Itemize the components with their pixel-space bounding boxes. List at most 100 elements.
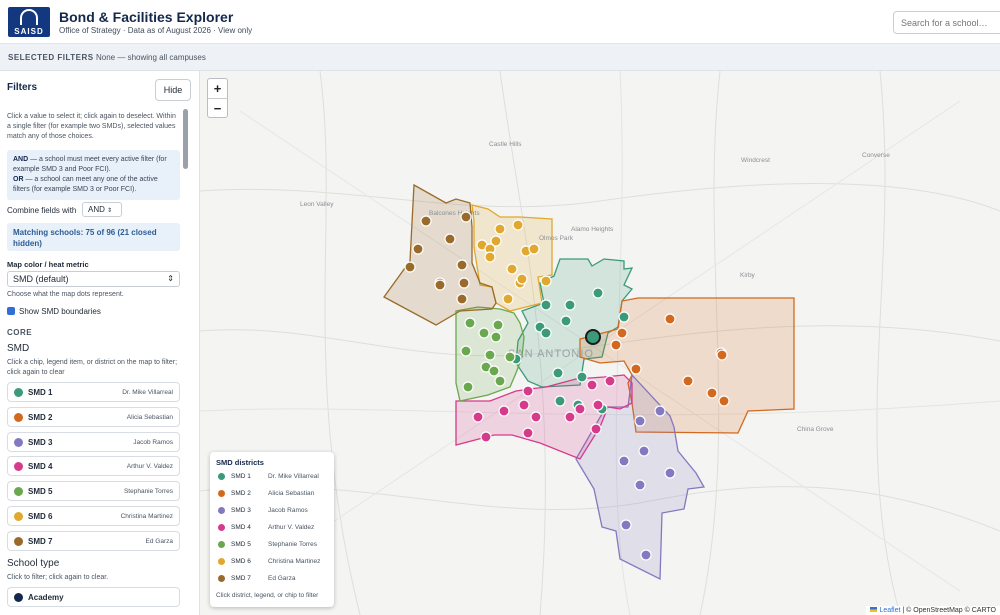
matching-schools-count: Matching schools: 75 of 96 (21 closed hi… (7, 223, 180, 251)
school-marker[interactable] (706, 387, 718, 399)
school-marker[interactable] (616, 327, 628, 339)
smd-chip-2[interactable]: SMD 2 Alicia Sebastian (7, 406, 180, 427)
smd-chip-1[interactable]: SMD 1 Dr. Mike Villarreal (7, 382, 180, 402)
selected-filters-value: None — showing all campuses (96, 53, 206, 62)
school-marker[interactable] (664, 313, 676, 325)
school-marker[interactable] (618, 455, 630, 467)
school-marker[interactable] (518, 399, 530, 411)
school-marker-selected[interactable] (585, 329, 601, 345)
school-marker[interactable] (576, 371, 588, 383)
school-marker[interactable] (634, 415, 646, 427)
checkbox-checked-icon[interactable] (7, 307, 15, 315)
smd-chip-4[interactable]: SMD 4 Arthur V. Valdez (7, 456, 180, 477)
school-marker[interactable] (540, 327, 552, 339)
school-marker[interactable] (460, 211, 472, 223)
school-marker[interactable] (504, 351, 516, 363)
school-marker[interactable] (640, 549, 652, 561)
legend-item-smd-6[interactable]: SMD 6 Christina Martinez (216, 556, 330, 568)
school-type-chip-academy[interactable]: Academy (7, 587, 180, 607)
smd-color-dot (14, 412, 23, 422)
show-boundaries-toggle[interactable]: Show SMD boundaries (7, 307, 101, 316)
school-marker[interactable] (634, 479, 646, 491)
school-marker[interactable] (528, 243, 540, 255)
combine-select[interactable]: AND ⇕ (82, 202, 122, 217)
school-marker[interactable] (404, 261, 416, 273)
school-marker[interactable] (434, 279, 446, 291)
school-marker[interactable] (522, 427, 534, 439)
school-marker[interactable] (494, 223, 506, 235)
school-marker[interactable] (494, 375, 506, 387)
legend-item-smd-5[interactable]: SMD 5 Stephanie Torres (216, 539, 330, 551)
school-marker[interactable] (620, 519, 632, 531)
metric-select[interactable]: SMD (default) ⇕ (7, 271, 180, 287)
map-attribution: Leaflet | © OpenStreetMap © CARTO (866, 606, 1000, 615)
school-marker[interactable] (638, 445, 650, 457)
legend-smd-name: SMD 2 (231, 490, 251, 497)
school-marker[interactable] (480, 431, 492, 443)
school-marker[interactable] (472, 411, 484, 423)
leaflet-link[interactable]: Leaflet (879, 607, 900, 614)
zoom-in-button[interactable]: + (208, 79, 227, 98)
school-marker[interactable] (490, 331, 502, 343)
school-marker[interactable] (458, 277, 470, 289)
school-marker[interactable] (478, 327, 490, 339)
legend-item-smd-3[interactable]: SMD 3 Jacob Ramos (216, 505, 330, 517)
school-marker[interactable] (552, 367, 564, 379)
legend-item-smd-1[interactable]: SMD 1 Dr. Mike Villarreal (216, 471, 330, 483)
school-marker[interactable] (682, 375, 694, 387)
school-marker[interactable] (560, 315, 572, 327)
smd-chip-5[interactable]: SMD 5 Stephanie Torres (7, 481, 180, 502)
hide-filters-button[interactable]: Hide (155, 79, 191, 101)
school-marker[interactable] (420, 215, 432, 227)
school-marker[interactable] (484, 251, 496, 263)
school-marker[interactable] (564, 299, 576, 311)
legend-item-smd-4[interactable]: SMD 4 Arthur V. Valdez (216, 522, 330, 534)
school-marker[interactable] (654, 405, 666, 417)
school-marker[interactable] (664, 467, 676, 479)
school-marker[interactable] (618, 311, 630, 323)
school-marker[interactable] (610, 339, 622, 351)
school-marker[interactable] (592, 399, 604, 411)
school-marker[interactable] (590, 423, 602, 435)
smd-color-dot (14, 536, 23, 546)
school-marker[interactable] (716, 349, 728, 361)
school-marker[interactable] (492, 319, 504, 331)
school-marker[interactable] (630, 363, 642, 375)
school-marker[interactable] (444, 233, 456, 245)
school-search-input[interactable] (893, 11, 1000, 34)
legend-color-dot (218, 524, 225, 531)
school-marker[interactable] (464, 317, 476, 329)
school-marker[interactable] (718, 395, 730, 407)
school-marker[interactable] (460, 345, 472, 357)
school-marker[interactable] (586, 379, 598, 391)
school-marker[interactable] (554, 395, 566, 407)
legend-trustee: Arthur V. Valdez (268, 524, 315, 531)
school-marker[interactable] (412, 243, 424, 255)
school-marker[interactable] (462, 381, 474, 393)
legend-item-smd-2[interactable]: SMD 2 Alicia Sebastian (216, 488, 330, 500)
school-marker[interactable] (502, 293, 514, 305)
smd-chip-6[interactable]: SMD 6 Christina Martinez (7, 506, 180, 526)
school-marker[interactable] (604, 375, 616, 387)
school-marker[interactable] (512, 219, 524, 231)
school-marker[interactable] (564, 411, 576, 423)
school-marker[interactable] (592, 287, 604, 299)
smd-chip-3[interactable]: SMD 3 Jacob Ramos (7, 431, 180, 452)
school-marker[interactable] (574, 403, 586, 415)
map-view[interactable]: Castle Hills Windcrest Converse Leon Val… (200, 71, 1000, 615)
school-marker[interactable] (540, 299, 552, 311)
school-marker[interactable] (498, 405, 510, 417)
smd-chip-7[interactable]: SMD 7 Ed Garza (7, 530, 180, 551)
school-marker[interactable] (540, 275, 552, 287)
school-marker[interactable] (522, 385, 534, 397)
school-marker[interactable] (456, 293, 468, 305)
school-marker[interactable] (484, 349, 496, 361)
school-marker[interactable] (516, 273, 528, 285)
sidebar-scrollbar[interactable] (183, 109, 188, 169)
school-marker[interactable] (456, 259, 468, 271)
school-marker[interactable] (530, 411, 542, 423)
zoom-out-button[interactable]: − (208, 98, 227, 117)
legend-item-smd-7[interactable]: SMD 7 Ed Garza (216, 573, 330, 585)
school-marker[interactable] (506, 263, 518, 275)
school-marker[interactable] (488, 365, 500, 377)
